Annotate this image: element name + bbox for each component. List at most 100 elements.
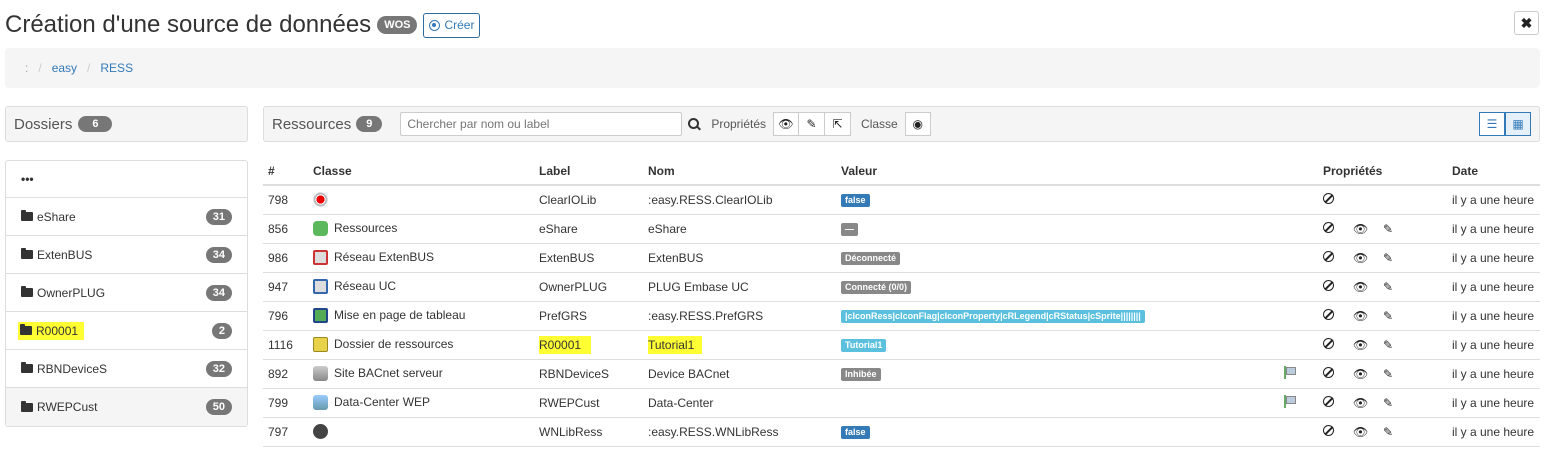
pencil-icon[interactable]: ✎	[1383, 396, 1413, 410]
folder-more[interactable]: •••	[6, 161, 247, 198]
ban-icon[interactable]	[1323, 308, 1353, 323]
pencil-icon[interactable]: ✎	[1383, 338, 1413, 352]
grid-view-icon[interactable]: ▦	[1505, 112, 1531, 136]
ban-icon[interactable]	[1323, 366, 1353, 381]
eye-icon[interactable]: 👁	[1353, 367, 1383, 381]
eye-icon[interactable]: 👁	[1353, 309, 1383, 323]
table-row[interactable]: 798 ClearIOLib :easy.RESS.ClearIOLib fal…	[263, 185, 1540, 215]
ban-icon[interactable]	[1323, 250, 1353, 265]
create-button[interactable]: Créer	[423, 12, 481, 38]
row-nom: :easy.RESS.PrefGRS	[643, 301, 836, 331]
folder-icon	[21, 210, 33, 221]
folder-label: R00001	[36, 323, 79, 338]
eye-icon[interactable]: 👁	[1353, 280, 1383, 294]
folder-icon	[21, 286, 33, 297]
row-nom: :easy.RESS.WNLibRess	[643, 417, 836, 447]
export-icon[interactable]: ⇱	[825, 112, 852, 136]
row-class	[308, 417, 534, 447]
eye-icon[interactable]: 👁	[1353, 338, 1383, 352]
col-label[interactable]: Label	[534, 157, 643, 186]
folder-item-eshare[interactable]: eShare 31	[6, 198, 247, 236]
row-value: —	[836, 214, 1278, 244]
close-button[interactable]: ✖	[1514, 11, 1539, 35]
col-nom[interactable]: Nom	[643, 157, 836, 186]
pencil-icon[interactable]: ✎	[1383, 425, 1413, 439]
folder-item-ownerplug[interactable]: OwnerPLUG 34	[6, 274, 247, 312]
server-icon	[313, 366, 328, 382]
pencil-icon[interactable]: ✎	[799, 112, 826, 136]
row-nom: Device BACnet	[643, 359, 836, 389]
table-row[interactable]: 986 Réseau ExtenBUS ExtenBUS ExtenBUS Dé…	[263, 243, 1540, 273]
ban-icon[interactable]	[1323, 424, 1353, 439]
search-icon[interactable]	[688, 117, 701, 131]
breadcrumb-ress[interactable]: RESS	[100, 61, 133, 75]
col-valeur[interactable]: Valeur	[836, 157, 1278, 186]
flag-icon[interactable]	[1283, 365, 1296, 379]
flag-icon[interactable]	[1283, 394, 1296, 408]
pencil-icon[interactable]: ✎	[1383, 309, 1413, 323]
row-date: il y a une heure	[1447, 214, 1540, 244]
row-nom: ExtenBUS	[643, 243, 836, 273]
col-id[interactable]: #	[263, 157, 308, 186]
row-date: il y a une heure	[1447, 417, 1540, 447]
breadcrumb-root[interactable]: :	[25, 61, 28, 75]
pencil-icon[interactable]: ✎	[1383, 367, 1413, 381]
table-row[interactable]: 947 Réseau UC OwnerPLUG PLUG Embase UC C…	[263, 272, 1540, 302]
ban-icon[interactable]	[1323, 221, 1353, 236]
table-row[interactable]: 797 WNLibRess :easy.RESS.WNLibRess false…	[263, 417, 1540, 447]
row-label: eShare	[534, 214, 643, 244]
row-date: il y a une heure	[1447, 243, 1540, 273]
folder-item-r00001[interactable]: R00001 2	[6, 312, 247, 350]
folder-item-rbndevices[interactable]: RBNDeviceS 32	[6, 350, 247, 388]
table-row[interactable]: 856 Ressources eShare eShare — 👁 ✎ il y a…	[263, 214, 1540, 244]
col-props[interactable]: Propriétés	[1318, 157, 1447, 186]
eye-icon[interactable]: 👁	[1353, 222, 1383, 236]
row-id: 947	[263, 272, 308, 302]
class-target-icon[interactable]: ◉	[904, 112, 931, 136]
eye-icon[interactable]: 👁	[1353, 396, 1383, 410]
class-label: Classe	[861, 117, 898, 131]
row-label: RBNDeviceS	[534, 359, 643, 389]
folder-item-extenbus[interactable]: ExtenBUS 34	[6, 236, 247, 274]
row-label: R00001	[534, 330, 643, 360]
row-id: 856	[263, 214, 308, 244]
pencil-icon[interactable]: ✎	[1383, 251, 1413, 265]
col-date[interactable]: Date	[1447, 157, 1540, 186]
row-class: Mise en page de tableau	[308, 301, 534, 331]
row-date: il y a une heure	[1447, 185, 1540, 215]
table-row[interactable]: 799 Data-Center WEP RWEPCust Data-Center…	[263, 388, 1540, 418]
folder-count: 2	[211, 323, 232, 339]
resources-title: Ressources	[272, 115, 352, 133]
row-label: PrefGRS	[534, 301, 643, 331]
row-value: Inhibée	[836, 359, 1278, 389]
ban-icon[interactable]	[1323, 395, 1353, 410]
view-toggle: ☰ ▦	[1479, 112, 1531, 136]
row-label: OwnerPLUG	[534, 272, 643, 302]
search-input[interactable]	[400, 112, 683, 136]
eye-icon[interactable]: 👁	[1353, 425, 1383, 439]
breadcrumb-easy[interactable]: easy	[52, 61, 77, 75]
data-center-icon	[313, 395, 328, 411]
row-class: Site BACnet serveur	[308, 359, 534, 389]
row-nom: Tutorial1	[643, 330, 836, 360]
row-class: Data-Center WEP	[308, 388, 534, 418]
ban-icon[interactable]	[1323, 192, 1353, 207]
col-classe[interactable]: Classe	[308, 157, 534, 186]
eye-icon[interactable]: 👁	[1353, 251, 1383, 265]
table-row[interactable]: 1116 Dossier de ressources R00001 Tutori…	[263, 330, 1540, 360]
eye-icon[interactable]: 👁	[773, 112, 800, 136]
row-date: il y a une heure	[1447, 330, 1540, 360]
pencil-icon[interactable]: ✎	[1383, 280, 1413, 294]
list-view-icon[interactable]: ☰	[1479, 112, 1505, 136]
table-row[interactable]: 796 Mise en page de tableau PrefGRS :eas…	[263, 301, 1540, 331]
folder-icon	[20, 324, 32, 335]
folder-item-rwepcust[interactable]: RWEPCust 50	[6, 388, 247, 426]
row-label: ClearIOLib	[534, 185, 643, 215]
row-id: 799	[263, 388, 308, 418]
table-row[interactable]: 892 Site BACnet serveur RBNDeviceS Devic…	[263, 359, 1540, 389]
ban-icon[interactable]	[1323, 337, 1353, 352]
page-header: Création d'une source de données WOS Cré…	[5, 8, 481, 42]
ban-icon[interactable]	[1323, 279, 1353, 294]
pencil-icon[interactable]: ✎	[1383, 222, 1413, 236]
network-icon	[313, 250, 328, 266]
